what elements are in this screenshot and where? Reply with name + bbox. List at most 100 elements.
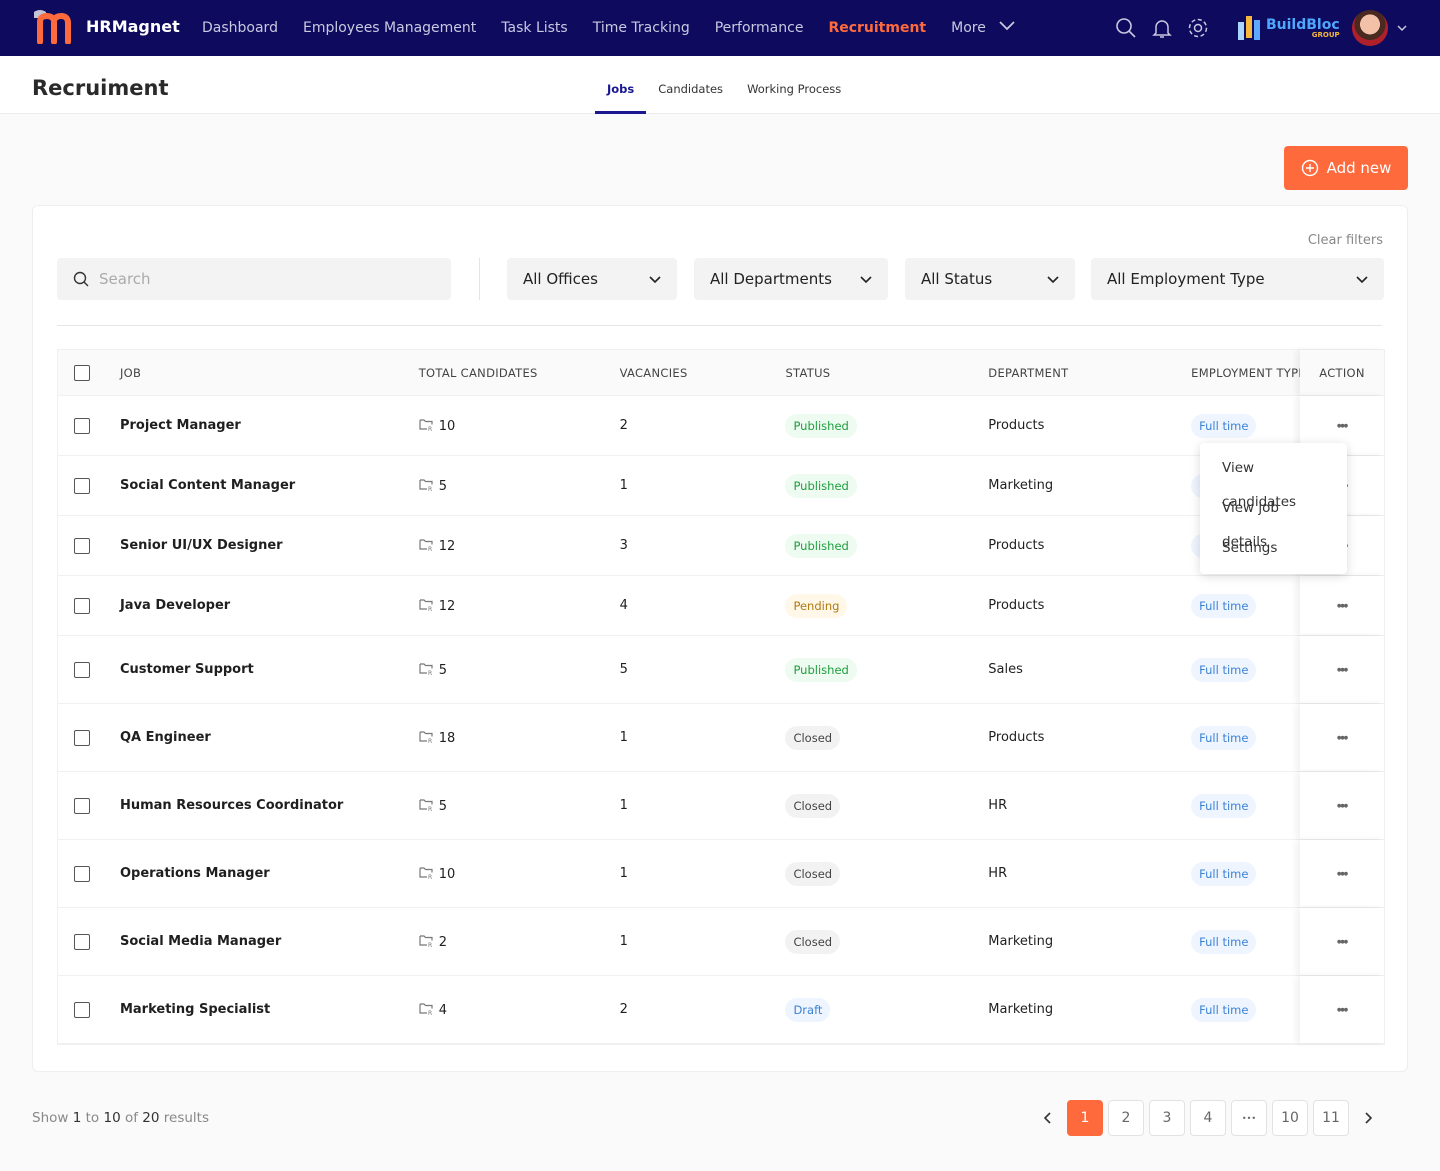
status-cell: Closed [785, 929, 988, 954]
tab-jobs[interactable]: Jobs [595, 56, 647, 114]
page-button[interactable]: 11 [1313, 1100, 1349, 1136]
more-options-icon[interactable]: ●●● [1337, 803, 1348, 809]
results-summary: Show 1 to 10 of 20 results [32, 1110, 209, 1126]
tab-working-process[interactable]: Working Process [735, 56, 853, 114]
row-checkbox[interactable] [74, 597, 90, 614]
row-checkbox[interactable] [74, 537, 90, 554]
svg-text:R: R [428, 738, 432, 744]
more-options-icon[interactable]: ●●● [1337, 939, 1348, 945]
table-row[interactable]: Marketing Specialist R4 2 Draft Marketin… [58, 976, 1384, 1044]
total-candidates-cell: R 12 [419, 538, 620, 554]
job-title[interactable]: Java Developer [120, 598, 419, 613]
prev-page-button[interactable] [1034, 1100, 1062, 1136]
nav-item-performance[interactable]: Performance [715, 20, 804, 36]
svg-text:R: R [428, 546, 432, 552]
job-title[interactable]: Social Content Manager [120, 478, 419, 493]
row-select-cell [58, 597, 120, 614]
bell-icon[interactable] [1150, 16, 1174, 40]
action-cell: ●●● [1300, 908, 1384, 975]
page-button[interactable]: ••• [1231, 1100, 1267, 1136]
table-row[interactable]: Operations Manager R 10 1 Closed HR Full … [58, 840, 1384, 908]
partner-logo-text: BuildBloc [1266, 16, 1340, 33]
employment-cell: Full time [1191, 593, 1300, 618]
row-checkbox[interactable] [74, 1001, 90, 1018]
nav-item-time-tracking[interactable]: Time Tracking [593, 20, 690, 36]
employment-type-badge: Full time [1191, 997, 1257, 1022]
menu-item-view-candidates[interactable]: View candidates [1200, 451, 1347, 510]
table-row[interactable]: Social Content Manager R5 1 Published Ma… [58, 456, 1384, 516]
chevron-down-icon[interactable] [1396, 23, 1408, 33]
row-checkbox[interactable] [74, 865, 90, 882]
row-checkbox[interactable] [74, 933, 90, 950]
search-input[interactable]: Search [57, 258, 451, 300]
job-title[interactable]: Operations Manager [120, 866, 419, 881]
offices-select[interactable]: All Offices [507, 258, 677, 300]
nav-item-task-lists[interactable]: Task Lists [501, 20, 567, 36]
gear-icon[interactable] [1186, 16, 1210, 40]
row-checkbox[interactable] [74, 417, 90, 434]
job-title[interactable]: Human Resources Coordinator [120, 798, 419, 813]
row-checkbox[interactable] [74, 661, 90, 678]
action-cell: ●●● [1300, 976, 1384, 1043]
employment-cell: Full time [1191, 861, 1300, 886]
employment-cell: Full time [1191, 657, 1300, 682]
departments-select[interactable]: All Departments [694, 258, 888, 300]
row-checkbox[interactable] [74, 729, 90, 746]
status-select[interactable]: All Status [905, 258, 1075, 300]
menu-item-view-job-details[interactable]: View job details [1200, 491, 1347, 550]
row-select-cell [58, 797, 120, 814]
total-candidates-cell: R4 [419, 1002, 620, 1018]
job-title[interactable]: Marketing Specialist [120, 1002, 419, 1017]
more-options-icon[interactable]: ●●● [1337, 423, 1348, 429]
logo[interactable]: HRMagnet [32, 8, 180, 44]
svg-text:R: R [428, 1010, 432, 1016]
nav-item-dashboard[interactable]: Dashboard [202, 20, 278, 36]
column-header: DEPARTMENT [988, 365, 1069, 380]
select-all-checkbox[interactable] [74, 364, 90, 381]
employment-type-select[interactable]: All Employment Type [1091, 258, 1384, 300]
nav-item-more[interactable]: More [951, 20, 986, 36]
row-checkbox[interactable] [74, 477, 90, 494]
clear-filters-link[interactable]: Clear filters [1308, 233, 1383, 248]
table-row[interactable]: Project Manager R 10 2 Published Products… [58, 396, 1384, 456]
table-row[interactable]: Java Developer R 12 4 Pending Products Fu… [58, 576, 1384, 636]
avatar[interactable] [1352, 10, 1388, 46]
page-button[interactable]: 4 [1190, 1100, 1226, 1136]
total-candidates: 5 [438, 798, 448, 814]
job-title[interactable]: Social Media Manager [120, 934, 419, 949]
table-row[interactable]: Social Media Manager R2 1 Closed Marketi… [58, 908, 1384, 976]
chevron-down-icon[interactable] [998, 20, 1016, 36]
more-options-icon[interactable]: ●●● [1337, 667, 1348, 673]
table-row[interactable]: Customer Support R5 5 Published Sales Fu… [58, 636, 1384, 704]
more-options-icon[interactable]: ●●● [1337, 1007, 1348, 1013]
page-button[interactable]: 10 [1272, 1100, 1308, 1136]
folder-icon: R [419, 798, 433, 813]
add-new-button[interactable]: Add new [1284, 146, 1408, 190]
job-title[interactable]: QA Engineer [120, 730, 419, 745]
job-title[interactable]: Project Manager [120, 418, 419, 433]
table-row[interactable]: QA Engineer R 18 1 Closed Products Full t… [58, 704, 1384, 772]
vacancies: 1 [619, 730, 628, 745]
table-row[interactable]: Senior UI/UX Designer R 12 3 Published Pr… [58, 516, 1384, 576]
total-candidates-cell: R 12 [419, 598, 620, 614]
more-options-icon[interactable]: ●●● [1337, 735, 1348, 741]
row-checkbox[interactable] [74, 797, 90, 814]
page-button[interactable]: 2 [1108, 1100, 1144, 1136]
page-button[interactable]: 1 [1067, 1100, 1103, 1136]
menu-item-settings[interactable]: Settings [1200, 531, 1347, 571]
nav-item-recruitment[interactable]: Recruitment [828, 20, 926, 36]
table-row[interactable]: Human Resources Coordinator R5 1 Closed … [58, 772, 1384, 840]
page-button[interactable]: 3 [1149, 1100, 1185, 1136]
department: Sales [988, 662, 1023, 677]
more-options-icon[interactable]: ●●● [1337, 603, 1348, 609]
job-title[interactable]: Senior UI/UX Designer [120, 538, 419, 553]
next-page-button[interactable] [1354, 1100, 1382, 1136]
search-icon[interactable] [1114, 16, 1138, 40]
nav-item-employees-management[interactable]: Employees Management [303, 20, 476, 36]
brand-name: HRMagnet [86, 16, 180, 36]
employment-type-badge: Full time [1191, 593, 1257, 618]
tab-candidates[interactable]: Candidates [646, 56, 735, 114]
row-select-cell [58, 865, 120, 882]
more-options-icon[interactable]: ●●● [1337, 871, 1348, 877]
job-title[interactable]: Customer Support [120, 662, 419, 677]
